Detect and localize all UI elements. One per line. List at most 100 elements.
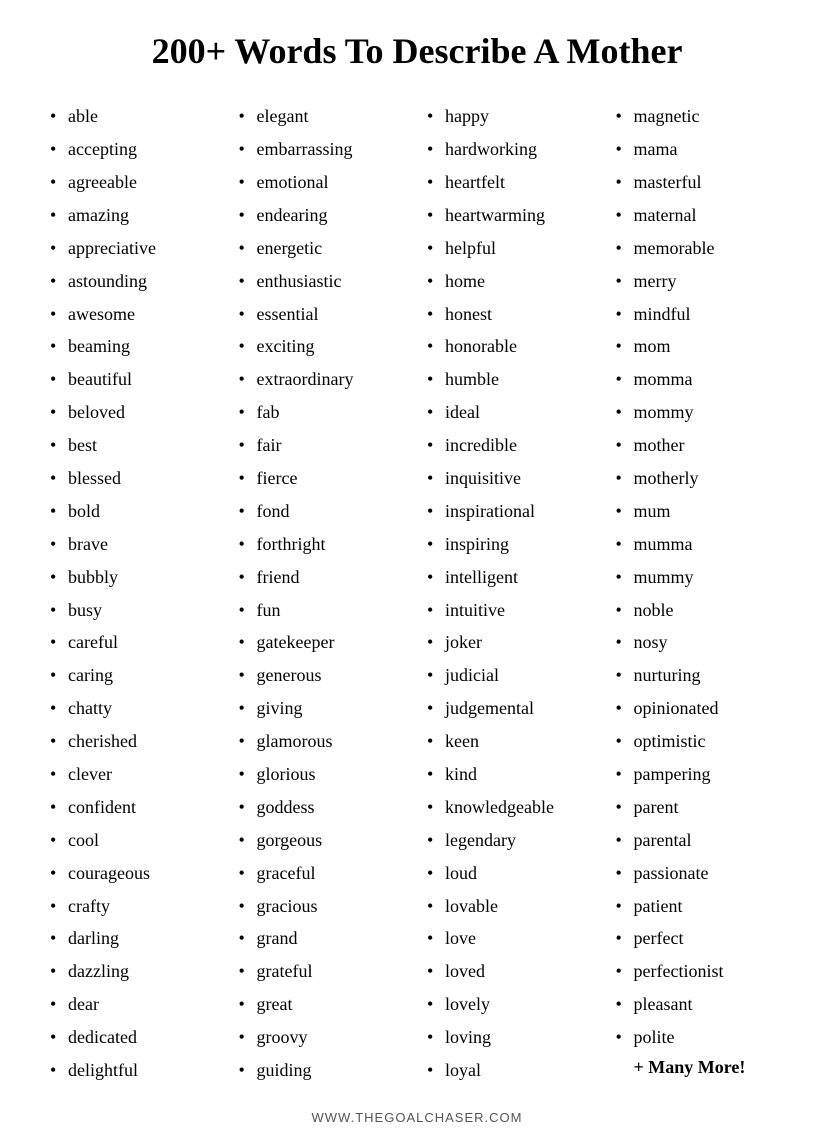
list-item: awesome — [50, 301, 219, 329]
list-item: blessed — [50, 465, 219, 493]
list-item: extraordinary — [239, 366, 408, 394]
list-item: loved — [427, 958, 596, 986]
list-item: astounding — [50, 268, 219, 296]
list-item: exciting — [239, 333, 408, 361]
list-item: friend — [239, 564, 408, 592]
list-item: mum — [616, 498, 785, 526]
list-item: ideal — [427, 399, 596, 427]
list-item: memorable — [616, 235, 785, 263]
list-item: gatekeeper — [239, 629, 408, 657]
list-item: confident — [50, 794, 219, 822]
list-item: knowledgeable — [427, 794, 596, 822]
list-item: lovely — [427, 991, 596, 1019]
list-item: energetic — [239, 235, 408, 263]
list-item: beaming — [50, 333, 219, 361]
list-item: intelligent — [427, 564, 596, 592]
list-item: glamorous — [239, 728, 408, 756]
list-item: pleasant — [616, 991, 785, 1019]
list-item: endearing — [239, 202, 408, 230]
list-item: generous — [239, 662, 408, 690]
list-item: fun — [239, 597, 408, 625]
word-column-2: elegant embarrassing emotional endearing ene… — [229, 103, 418, 1090]
list-item: fond — [239, 498, 408, 526]
list-item: busy — [50, 597, 219, 625]
list-item: bold — [50, 498, 219, 526]
list-item: amazing — [50, 202, 219, 230]
list-item: inspiring — [427, 531, 596, 559]
list-item: perfect — [616, 925, 785, 953]
word-column-1: ableacceptingagreeableamazingappreciativ… — [40, 103, 229, 1090]
list-item: legendary — [427, 827, 596, 855]
list-item: groovy — [239, 1024, 408, 1052]
list-item: motherly — [616, 465, 785, 493]
list-item: judgemental — [427, 695, 596, 723]
list-item: inquisitive — [427, 465, 596, 493]
list-item: essential — [239, 301, 408, 329]
list-item: great — [239, 991, 408, 1019]
list-item: delightful — [50, 1057, 219, 1085]
list-item: graceful — [239, 860, 408, 888]
list-item: giving — [239, 695, 408, 723]
list-item: kind — [427, 761, 596, 789]
list-item: beloved — [50, 399, 219, 427]
list-item: inspirational — [427, 498, 596, 526]
list-item: embarrassing — [239, 136, 408, 164]
list-item: courageous — [50, 860, 219, 888]
list-item: dedicated — [50, 1024, 219, 1052]
list-item: maternal — [616, 202, 785, 230]
list-item: loyal — [427, 1057, 596, 1085]
list-item: mummy — [616, 564, 785, 592]
list-item: mother — [616, 432, 785, 460]
list-item: emotional — [239, 169, 408, 197]
list-item: grand — [239, 925, 408, 953]
list-item: bubbly — [50, 564, 219, 592]
word-column-4: magneticmamamasterfulmaternalmemorableme… — [606, 103, 795, 1090]
list-item: judicial — [427, 662, 596, 690]
list-item: able — [50, 103, 219, 131]
list-item: opinionated — [616, 695, 785, 723]
list-item: parent — [616, 794, 785, 822]
many-more-label: + Many More! — [616, 1057, 785, 1078]
list-item: dazzling — [50, 958, 219, 986]
list-item: merry — [616, 268, 785, 296]
list-item: keen — [427, 728, 596, 756]
list-item: nurturing — [616, 662, 785, 690]
list-item: mommy — [616, 399, 785, 427]
list-item: mama — [616, 136, 785, 164]
list-item: honest — [427, 301, 596, 329]
list-item: love — [427, 925, 596, 953]
list-item: glorious — [239, 761, 408, 789]
list-item: darling — [50, 925, 219, 953]
list-item: mindful — [616, 301, 785, 329]
list-item: elegant — [239, 103, 408, 131]
list-item: fab — [239, 399, 408, 427]
list-item: cherished — [50, 728, 219, 756]
list-item: gracious — [239, 893, 408, 921]
list-item: brave — [50, 531, 219, 559]
list-item: fierce — [239, 465, 408, 493]
list-item: joker — [427, 629, 596, 657]
list-item: goddess — [239, 794, 408, 822]
list-item: momma — [616, 366, 785, 394]
list-item: hardworking — [427, 136, 596, 164]
list-item: careful — [50, 629, 219, 657]
list-item: grateful — [239, 958, 408, 986]
list-item: fair — [239, 432, 408, 460]
list-item: gorgeous — [239, 827, 408, 855]
list-item: best — [50, 432, 219, 460]
list-item: intuitive — [427, 597, 596, 625]
list-item: home — [427, 268, 596, 296]
word-column-3: happyhardworkingheartfeltheartwarminghel… — [417, 103, 606, 1090]
page-title: 200+ Words To Describe A Mother — [40, 30, 794, 73]
list-item: honorable — [427, 333, 596, 361]
list-item: masterful — [616, 169, 785, 197]
footer-url: WWW.THEGOALCHASER.COM — [40, 1110, 794, 1125]
list-item: beautiful — [50, 366, 219, 394]
list-item: appreciative — [50, 235, 219, 263]
list-item: guiding — [239, 1057, 408, 1085]
list-item: mumma — [616, 531, 785, 559]
list-item: clever — [50, 761, 219, 789]
list-item: patient — [616, 893, 785, 921]
list-item: lovable — [427, 893, 596, 921]
list-item: heartwarming — [427, 202, 596, 230]
